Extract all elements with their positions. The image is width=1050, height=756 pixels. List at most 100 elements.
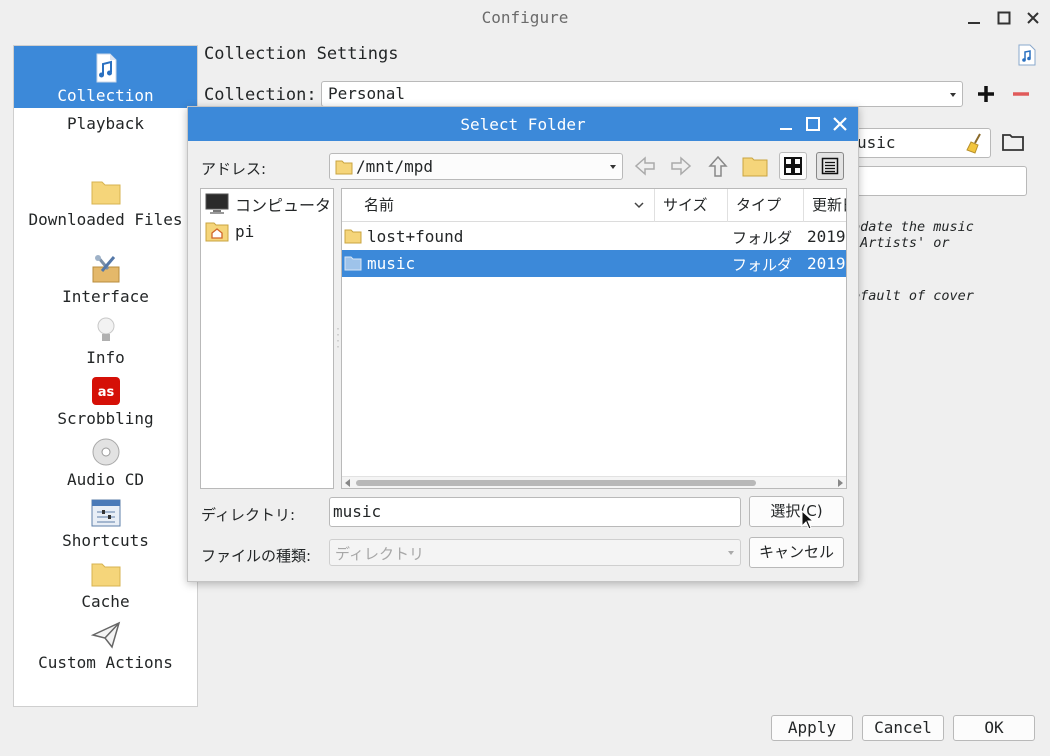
page-title: Collection Settings	[204, 44, 399, 64]
sidebar-item-cache[interactable]: Cache	[14, 558, 197, 611]
collection-select[interactable]: Personal	[321, 81, 963, 107]
column-header-name[interactable]: 名前	[342, 189, 655, 222]
apply-button[interactable]: Apply	[771, 715, 853, 741]
file-row[interactable]: music フォルダ 2019	[342, 250, 846, 277]
back-button[interactable]	[631, 152, 659, 180]
file-name: music	[367, 254, 416, 273]
music-folder-input[interactable]: usic	[850, 128, 991, 158]
place-computer[interactable]: コンピュータ	[205, 192, 331, 216]
scroll-right-icon	[838, 479, 843, 487]
settings-sidebar: Collection Playback Downloaded Files Int…	[13, 45, 198, 707]
dialog-title: Select Folder	[460, 115, 586, 134]
dialog-titlebar: Select Folder	[188, 107, 858, 141]
directory-input[interactable]: music	[329, 497, 741, 527]
filetype-select[interactable]: ディレクトリ	[329, 539, 741, 566]
sidebar-item-label: Interface	[62, 287, 149, 306]
sidebar-item-scrobbling[interactable]: as Scrobbling	[14, 375, 197, 428]
arrow-right-icon	[671, 156, 692, 176]
sidebar-item-info[interactable]: Info	[14, 314, 197, 367]
file-date: 2019	[807, 227, 846, 246]
sidebar-item-label: Collection	[57, 86, 154, 105]
file-name: lost+found	[367, 227, 464, 246]
sidebar-item-label: Custom Actions	[38, 653, 173, 672]
maximize-icon[interactable]	[995, 9, 1013, 27]
file-date: 2019	[807, 254, 846, 273]
clear-broom-icon[interactable]	[964, 132, 986, 154]
detail-view-button[interactable]	[816, 152, 844, 180]
new-folder-button[interactable]	[741, 152, 769, 180]
browse-folder-button[interactable]	[1000, 130, 1026, 154]
add-collection-button[interactable]	[976, 84, 996, 104]
directory-label: ディレクトリ:	[201, 506, 296, 524]
scroll-left-icon	[345, 479, 350, 487]
sidebar-item-custom-actions[interactable]: Custom Actions	[14, 619, 197, 672]
place-home[interactable]: pi	[205, 219, 254, 243]
folder-icon	[344, 229, 362, 244]
ok-button[interactable]: OK	[953, 715, 1035, 741]
svg-text:as: as	[97, 385, 114, 400]
folder-icon	[344, 256, 362, 271]
chevron-down-icon	[610, 165, 616, 169]
sidebar-item-shortcuts[interactable]: Shortcuts	[14, 497, 197, 550]
remove-collection-button[interactable]	[1011, 84, 1031, 104]
minimize-icon[interactable]	[965, 9, 983, 27]
column-header-type[interactable]: タイプ	[728, 189, 804, 222]
sidebar-item-collection[interactable]: Collection	[14, 46, 197, 108]
minimize-icon[interactable]	[777, 115, 795, 133]
file-row[interactable]: lost+found フォルダ 2019	[342, 223, 846, 250]
folder-icon	[91, 181, 120, 205]
horizontal-scrollbar[interactable]	[342, 476, 846, 488]
file-type: フォルダ	[732, 229, 793, 247]
music-file-icon	[1018, 44, 1036, 66]
filetype-value: ディレクトリ	[335, 545, 424, 563]
icon-view-button[interactable]	[779, 152, 807, 180]
close-icon[interactable]	[1024, 9, 1042, 27]
sidebar-item-label: Playback	[66, 114, 145, 133]
sidebar-item-playback[interactable]: Playback	[14, 114, 197, 133]
place-label: pi	[235, 221, 255, 241]
filetype-label: ファイルの種類:	[201, 547, 312, 565]
collection-value: Personal	[328, 84, 406, 103]
arrow-up-icon	[708, 155, 728, 177]
sidebar-item-label: Cache	[81, 592, 130, 611]
arrow-left-icon	[634, 156, 655, 176]
lightbulb-icon	[97, 317, 114, 341]
paper-plane-icon	[90, 621, 120, 649]
scrollbar-thumb[interactable]	[356, 480, 756, 486]
music-file-icon	[96, 53, 116, 83]
music-folder-value: usic	[857, 133, 896, 152]
grid-view-icon	[784, 157, 802, 175]
column-header-modified[interactable]: 更新日	[804, 189, 846, 222]
folder-icon	[335, 160, 353, 175]
file-list: 名前 サイズ タイプ 更新日 lost+found フォルダ 2019 musi…	[341, 188, 847, 489]
background-input[interactable]	[850, 166, 1027, 196]
sidebar-item-audio-cd[interactable]: Audio CD	[14, 436, 197, 489]
cd-icon	[92, 438, 119, 466]
sidebar-item-downloaded-files[interactable]: Downloaded Files	[14, 176, 197, 229]
sidebar-item-label: Audio CD	[66, 470, 145, 489]
window-titlebar: Configure	[0, 0, 1050, 36]
choose-button[interactable]: 選択(C)	[749, 496, 844, 527]
collection-label: Collection:	[204, 85, 317, 105]
tools-icon	[92, 255, 119, 283]
note-text: efault of cover	[852, 288, 974, 304]
parent-directory-button[interactable]	[704, 152, 732, 180]
sidebar-item-interface[interactable]: Interface	[14, 253, 197, 306]
file-list-header: 名前 サイズ タイプ 更新日	[342, 189, 846, 222]
forward-button[interactable]	[667, 152, 695, 180]
address-combo[interactable]: /mnt/mpd	[329, 153, 623, 180]
cancel-button[interactable]: Cancel	[862, 715, 944, 741]
column-header-size[interactable]: サイズ	[655, 189, 728, 222]
close-icon[interactable]	[831, 115, 849, 133]
address-value: /mnt/mpd	[356, 157, 434, 176]
chevron-down-icon	[950, 93, 956, 97]
sidebar-item-label: Info	[86, 348, 125, 367]
cancel-dialog-button[interactable]: キャンセル	[749, 537, 844, 568]
maximize-icon[interactable]	[804, 115, 822, 133]
window-title: Configure	[481, 8, 569, 27]
list-view-icon	[821, 157, 839, 175]
place-label: コンピュータ	[235, 196, 332, 215]
chevron-down-icon	[728, 551, 734, 555]
shortcuts-icon	[91, 499, 120, 527]
sidebar-item-label: Shortcuts	[62, 531, 149, 550]
